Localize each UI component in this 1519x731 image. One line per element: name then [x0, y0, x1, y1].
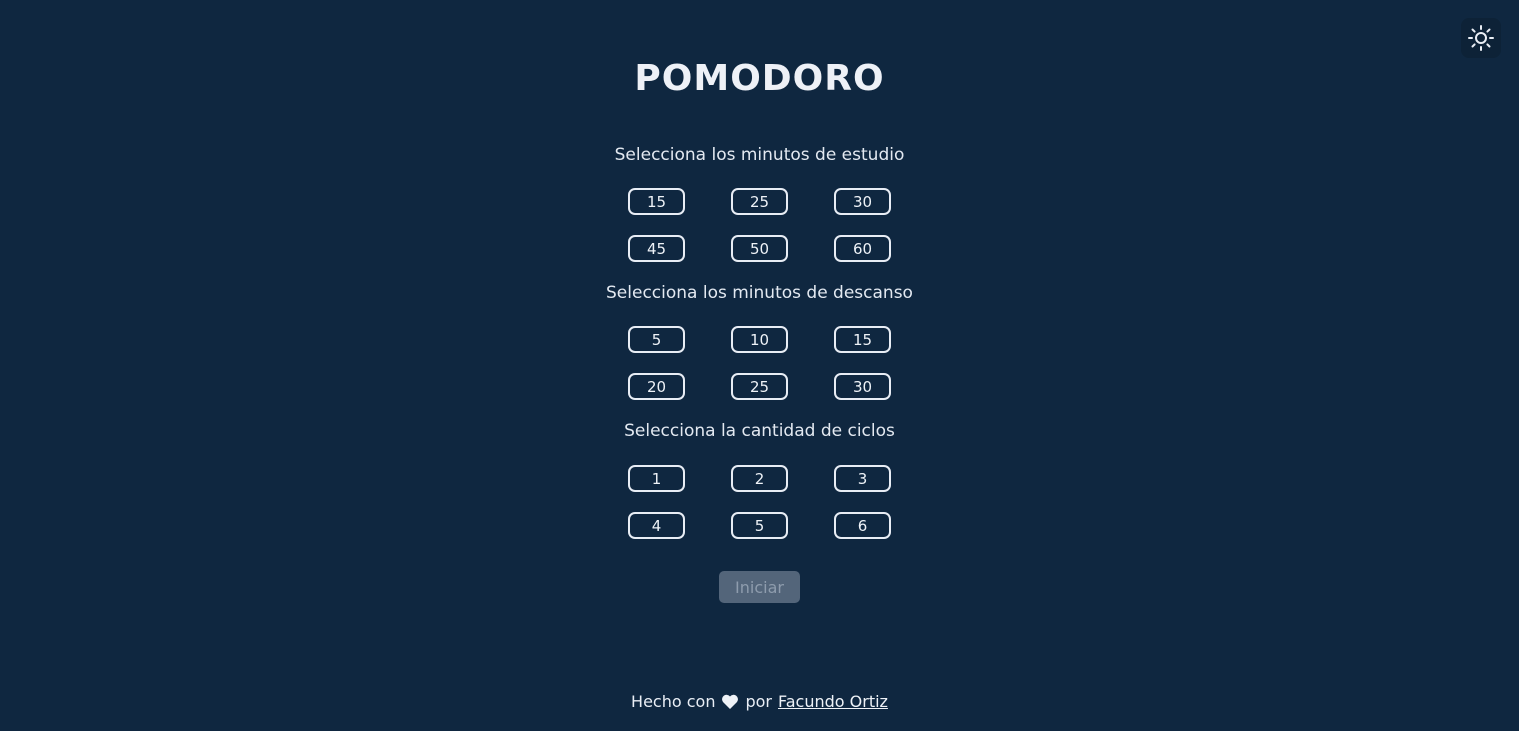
study-option-25[interactable]: 25 — [731, 188, 788, 215]
study-minutes-label: Selecciona los minutos de estudio — [614, 145, 905, 165]
rest-option-5[interactable]: 5 — [628, 326, 685, 353]
cycles-options: 1 2 3 4 5 6 — [628, 465, 891, 539]
rest-minutes-label: Selecciona los minutos de descanso — [606, 283, 913, 303]
rest-option-30[interactable]: 30 — [834, 373, 891, 400]
footer-prefix: Hecho con — [631, 692, 716, 711]
study-minutes-options: 15 25 30 45 50 60 — [628, 188, 891, 262]
cycles-label: Selecciona la cantidad de ciclos — [624, 421, 895, 441]
cycles-option-1[interactable]: 1 — [628, 465, 685, 492]
author-link[interactable]: Facundo Ortiz — [778, 692, 888, 711]
page-title: POMODORO — [634, 58, 885, 99]
rest-option-25[interactable]: 25 — [731, 373, 788, 400]
cycles-option-4[interactable]: 4 — [628, 512, 685, 539]
rest-option-20[interactable]: 20 — [628, 373, 685, 400]
rest-option-15[interactable]: 15 — [834, 326, 891, 353]
start-button[interactable]: Iniciar — [719, 571, 800, 603]
footer-middle: por — [745, 692, 772, 711]
rest-minutes-options: 5 10 15 20 25 30 — [628, 326, 891, 400]
study-option-15[interactable]: 15 — [628, 188, 685, 215]
study-option-60[interactable]: 60 — [834, 235, 891, 262]
rest-option-10[interactable]: 10 — [731, 326, 788, 353]
cycles-option-6[interactable]: 6 — [834, 512, 891, 539]
cycles-option-5[interactable]: 5 — [731, 512, 788, 539]
footer: Hecho con por Facundo Ortiz — [0, 692, 1519, 711]
theme-toggle-button[interactable] — [1461, 18, 1501, 58]
cycles-option-3[interactable]: 3 — [834, 465, 891, 492]
cycles-option-2[interactable]: 2 — [731, 465, 788, 492]
study-option-45[interactable]: 45 — [628, 235, 685, 262]
study-option-50[interactable]: 50 — [731, 235, 788, 262]
heart-icon — [721, 694, 739, 710]
sun-icon — [1468, 25, 1494, 51]
study-option-30[interactable]: 30 — [834, 188, 891, 215]
